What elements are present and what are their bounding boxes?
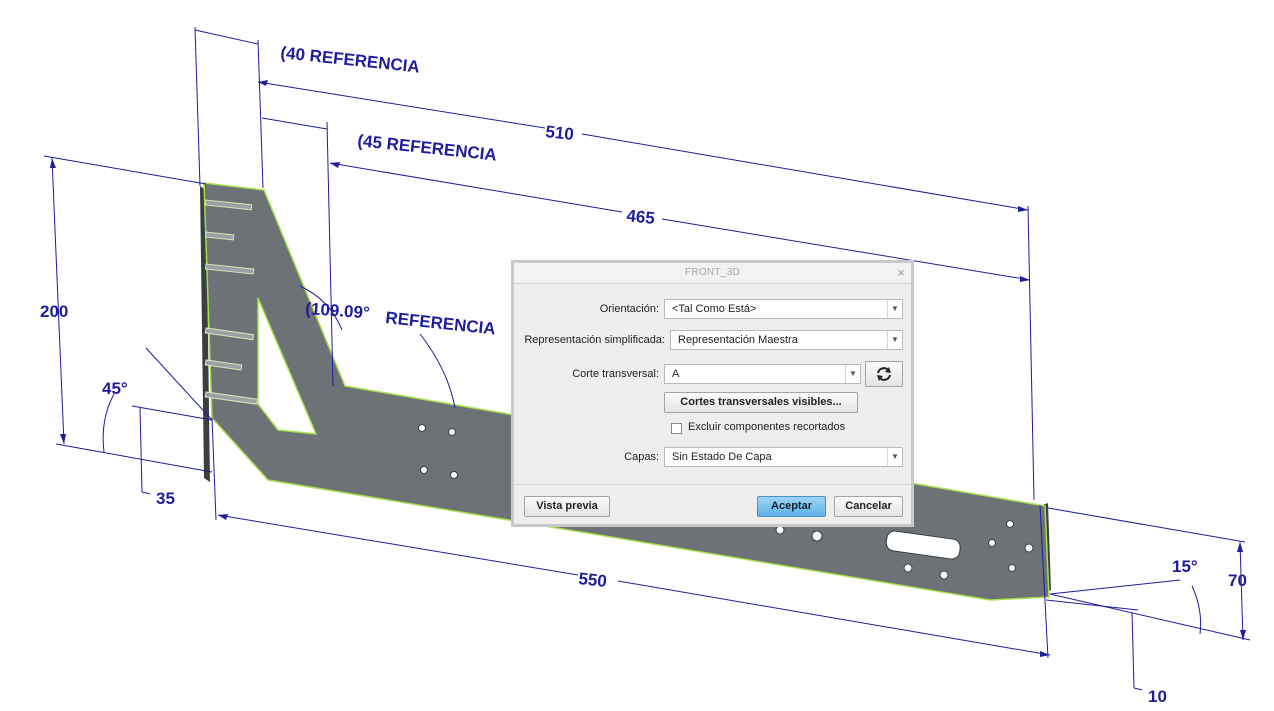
simplified-rep-select[interactable]: Representación Maestra ▼ bbox=[670, 330, 903, 350]
orientation-label: Orientación: bbox=[599, 303, 659, 315]
cross-section-label: Corte transversal: bbox=[572, 368, 659, 380]
dialog-title: FRONT_3D bbox=[684, 267, 741, 278]
chevron-down-icon: ▼ bbox=[887, 331, 902, 349]
orientation-value: <Tal Como Está> bbox=[672, 303, 757, 315]
orientation-select[interactable]: <Tal Como Está> ▼ bbox=[664, 299, 903, 319]
visible-sections-button[interactable]: Cortes transversales visibles... bbox=[664, 392, 858, 413]
dim-referencia[interactable]: REFERENCIA bbox=[385, 308, 497, 338]
front-3d-dialog: FRONT_3D × Orientación: <Tal Como Está> … bbox=[511, 260, 914, 527]
dim-45-deg[interactable]: 45° bbox=[102, 379, 128, 398]
refresh-section-button[interactable] bbox=[865, 361, 903, 387]
chevron-down-icon: ▼ bbox=[845, 365, 860, 383]
dim-510[interactable]: 510 bbox=[545, 122, 575, 144]
dim-10[interactable]: 10 bbox=[1148, 687, 1167, 706]
layers-value: Sin Estado De Capa bbox=[672, 451, 772, 463]
dialog-separator bbox=[514, 484, 911, 485]
dim-35[interactable]: 35 bbox=[156, 489, 175, 508]
chevron-down-icon: ▼ bbox=[887, 300, 902, 318]
simplified-rep-label: Representación simplificada: bbox=[524, 334, 665, 346]
cancel-button[interactable]: Cancelar bbox=[834, 496, 903, 517]
refresh-icon bbox=[877, 367, 891, 381]
cross-section-row: Corte transversal: A ▼ bbox=[514, 364, 911, 386]
cross-section-value: A bbox=[672, 368, 680, 380]
dialog-titlebar[interactable]: FRONT_3D × bbox=[514, 263, 911, 284]
dim-15-deg[interactable]: 15° bbox=[1172, 557, 1198, 576]
exclude-clipped-label: Excluir componentes recortados bbox=[688, 421, 846, 433]
dim-465[interactable]: 465 bbox=[626, 206, 656, 228]
dim-70[interactable]: 70 bbox=[1228, 571, 1247, 590]
dim-45-ref[interactable]: (45 REFERENCIA bbox=[357, 131, 498, 165]
accept-button[interactable]: Aceptar bbox=[757, 496, 826, 517]
cross-section-select[interactable]: A ▼ bbox=[664, 364, 861, 384]
dim-550[interactable]: 550 bbox=[578, 569, 608, 591]
preview-button[interactable]: Vista previa bbox=[524, 496, 610, 517]
dim-200[interactable]: 200 bbox=[40, 302, 68, 321]
chevron-down-icon: ▼ bbox=[887, 448, 902, 466]
layers-label: Capas: bbox=[624, 451, 659, 463]
layers-select[interactable]: Sin Estado De Capa ▼ bbox=[664, 447, 903, 467]
simplified-rep-row: Representación simplificada: Representac… bbox=[514, 330, 911, 352]
close-icon[interactable]: × bbox=[897, 265, 905, 280]
simplified-rep-value: Representación Maestra bbox=[678, 334, 798, 346]
dim-40-ref[interactable]: (40 REFERENCIA bbox=[280, 43, 421, 77]
layers-row: Capas: Sin Estado De Capa ▼ bbox=[514, 447, 911, 469]
orientation-row: Orientación: <Tal Como Está> ▼ bbox=[514, 299, 911, 321]
exclude-clipped-checkbox[interactable] bbox=[671, 423, 682, 434]
